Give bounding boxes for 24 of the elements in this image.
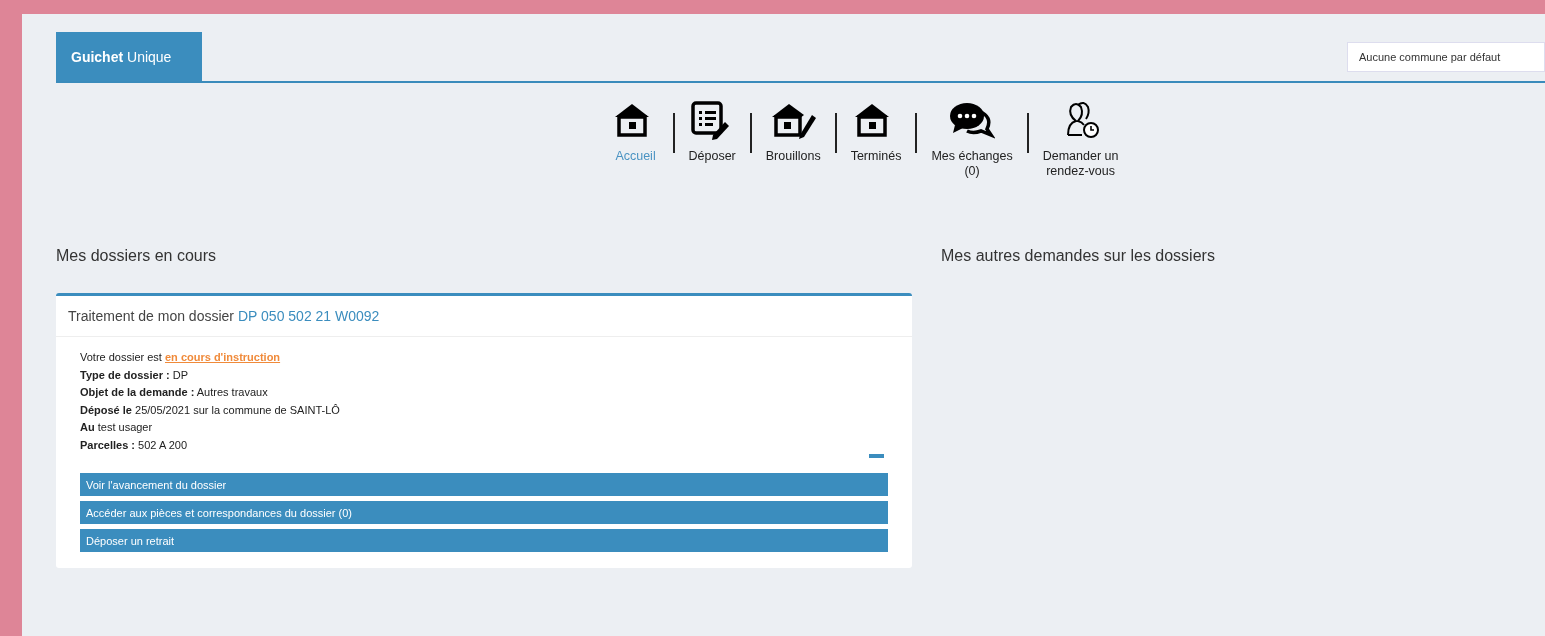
- status-link[interactable]: en cours d'instruction: [165, 351, 281, 363]
- dossier-link[interactable]: DP 050 502 21 W0092: [238, 308, 380, 324]
- detail-line: Type de dossier : DP: [80, 367, 189, 383]
- nav-link[interactable]: Déposer: [688, 149, 736, 164]
- detail-line: Parcelles : 502 A 200: [80, 437, 189, 453]
- section-heading: Mes dossiers en cours: [56, 246, 218, 265]
- house-pencil-icon[interactable]: [770, 101, 817, 141]
- action-button[interactable]: Déposer un retrait: [80, 529, 888, 552]
- action-button[interactable]: Voir l'avancement du dossier: [80, 473, 888, 496]
- nav-link[interactable]: Brouillons: [765, 149, 821, 164]
- detail-line: Au test usager: [80, 420, 154, 435]
- detail-line: Déposé le 25/05/2021 sur la commune de SAINT-LÔ: [80, 402, 341, 418]
- brand-tab[interactable]: Guichet Unique: [56, 32, 202, 81]
- chat-bubbles-icon[interactable]: [949, 101, 996, 141]
- section-heading: Mes autres demandes sur les dossiers: [941, 246, 1216, 265]
- card-title: Traitement de mon dossier: [68, 308, 234, 324]
- nav-link[interactable]: Demander un rendez-vous: [1042, 149, 1119, 179]
- nav-link[interactable]: Terminés: [850, 149, 902, 164]
- nav-link[interactable]: Accueil: [615, 149, 656, 164]
- nav-link[interactable]: Mes échanges (0): [931, 149, 1013, 179]
- detail-line: Objet de la demande : Autres travaux: [80, 385, 269, 400]
- status-line: Votre dossier est en cours d'instruction: [80, 350, 282, 365]
- commune-select[interactable]: Aucune commune par défaut: [1347, 42, 1545, 72]
- action-button[interactable]: Accéder aux pièces et correspondances du dossier (0): [80, 501, 888, 524]
